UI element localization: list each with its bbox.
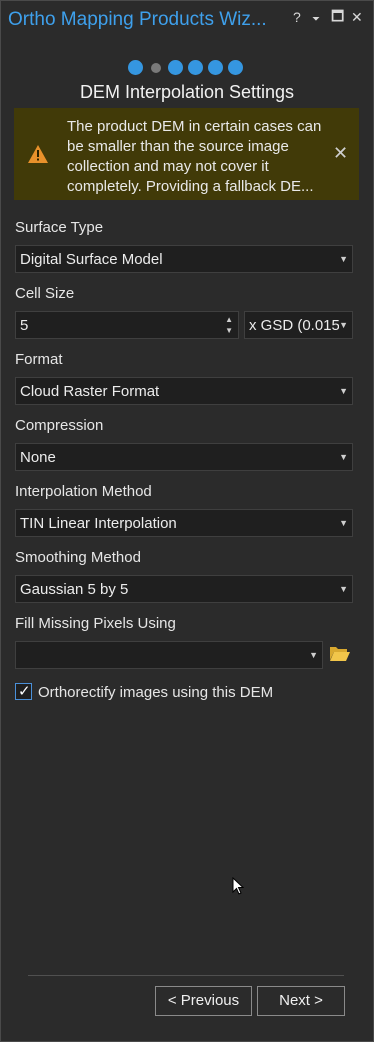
orthorectify-label: Orthorectify images using this DEM bbox=[38, 684, 274, 701]
fill-missing-pixels-label: Fill Missing Pixels Using bbox=[15, 615, 176, 632]
step-dot-6 bbox=[228, 60, 243, 75]
pin-dropdown-button[interactable]: ⏷ bbox=[312, 12, 320, 28]
folder-open-icon[interactable] bbox=[329, 645, 350, 662]
cell-size-label: Cell Size bbox=[15, 285, 75, 302]
format-label: Format bbox=[15, 351, 63, 368]
compression-value: None bbox=[20, 449, 56, 466]
surface-type-select[interactable]: Digital Surface Model ▼ bbox=[15, 245, 353, 273]
surface-type-value: Digital Surface Model bbox=[20, 251, 163, 268]
cell-size-unit-value: x GSD (0.015: bbox=[249, 317, 339, 334]
warning-text: The product DEM in certain cases can be … bbox=[67, 118, 322, 195]
format-value: Cloud Raster Format bbox=[20, 383, 160, 400]
checkmark-icon: ✓ bbox=[18, 683, 31, 700]
fill-missing-pixels-select[interactable]: ▼ bbox=[15, 641, 323, 669]
help-button[interactable]: ? bbox=[293, 9, 301, 25]
chevron-down-icon: ▼ bbox=[339, 386, 348, 396]
warning-icon bbox=[28, 145, 48, 163]
chevron-down-icon: ▼ bbox=[339, 320, 348, 330]
step-dot-2-current bbox=[151, 63, 161, 73]
window-title: Ortho Mapping Products Wiz... bbox=[8, 9, 267, 30]
step-dot-5 bbox=[208, 60, 223, 75]
next-button[interactable]: Next > bbox=[257, 986, 345, 1016]
spin-up-icon[interactable]: ▲ bbox=[225, 316, 233, 324]
page-title: DEM Interpolation Settings bbox=[79, 82, 295, 102]
smoothing-method-select[interactable]: Gaussian 5 by 5 ▼ bbox=[15, 575, 353, 603]
smoothing-method-value: Gaussian 5 by 5 bbox=[20, 581, 129, 598]
smoothing-method-label: Smoothing Method bbox=[15, 549, 141, 566]
chevron-down-icon: ▼ bbox=[339, 452, 348, 462]
title-bar: Ortho Mapping Products Wiz... ? ⏷ 🗖 ✕ bbox=[0, 0, 374, 40]
interpolation-method-value: TIN Linear Interpolation bbox=[20, 515, 177, 532]
interpolation-method-select[interactable]: TIN Linear Interpolation ▼ bbox=[15, 509, 353, 537]
step-dot-4 bbox=[188, 60, 203, 75]
close-window-button[interactable]: ✕ bbox=[351, 9, 363, 25]
interpolation-method-label: Interpolation Method bbox=[15, 483, 152, 500]
restore-button[interactable]: 🗖 bbox=[331, 8, 344, 24]
chevron-down-icon: ▼ bbox=[309, 650, 318, 660]
compression-label: Compression bbox=[15, 417, 104, 434]
close-warning-icon[interactable]: ✕ bbox=[333, 144, 348, 162]
mouse-cursor-icon bbox=[232, 877, 244, 895]
compression-select[interactable]: None ▼ bbox=[15, 443, 353, 471]
orthorectify-checkbox[interactable]: ✓ bbox=[15, 683, 32, 700]
cell-size-unit-select[interactable]: x GSD (0.015: ▼ bbox=[244, 311, 353, 339]
step-dot-3 bbox=[168, 60, 183, 75]
surface-type-label: Surface Type bbox=[15, 219, 104, 236]
step-dot-1 bbox=[128, 60, 143, 75]
spin-down-icon[interactable]: ▼ bbox=[225, 327, 233, 335]
chevron-down-icon: ▼ bbox=[339, 254, 348, 264]
cell-size-value: 5 bbox=[20, 317, 29, 334]
warning-banner: The product DEM in certain cases can be … bbox=[14, 108, 359, 200]
chevron-down-icon: ▼ bbox=[339, 584, 348, 594]
footer-divider bbox=[28, 975, 344, 976]
previous-button[interactable]: < Previous bbox=[155, 986, 252, 1016]
chevron-down-icon: ▼ bbox=[339, 518, 348, 528]
cell-size-spinner[interactable]: 5 ▲ ▼ bbox=[15, 311, 239, 339]
format-select[interactable]: Cloud Raster Format ▼ bbox=[15, 377, 353, 405]
